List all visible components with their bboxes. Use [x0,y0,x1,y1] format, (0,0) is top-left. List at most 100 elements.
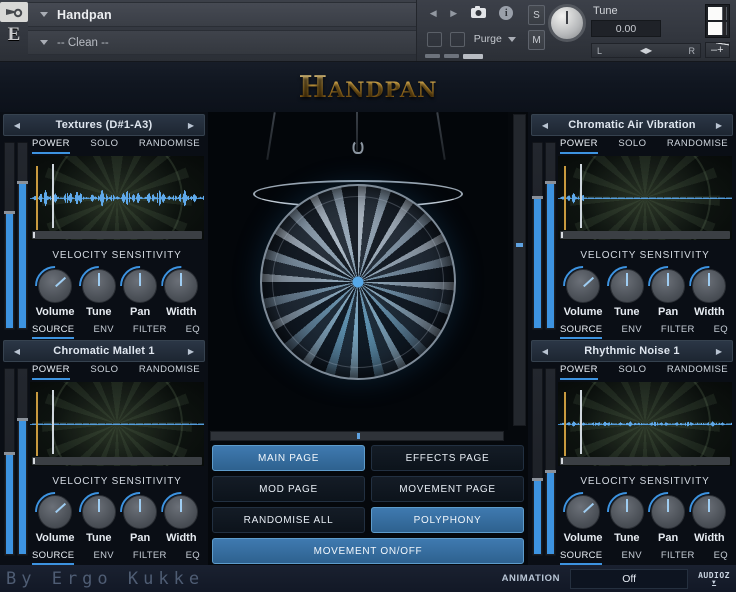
waveform-display[interactable] [558,382,732,466]
tab-env[interactable]: ENV [621,324,641,339]
prev-preset-button[interactable]: ◀ [430,8,437,19]
button-movement-on-off[interactable]: MOVEMENT ON/OFF [212,538,524,564]
playhead-marker[interactable] [580,164,582,228]
tab-randomise[interactable]: RANDOMISE [667,138,728,154]
chevron-down-icon[interactable] [507,36,516,42]
waveform-display[interactable] [30,382,204,466]
knob-volume[interactable] [566,495,601,529]
knob-width[interactable] [692,495,727,529]
tab-source[interactable]: SOURCE [32,550,75,565]
button-effects-page[interactable]: EFFECTS PAGE [371,445,524,471]
next-module-button[interactable]: ▶ [708,341,730,361]
knob-pan[interactable] [123,495,158,529]
waveform-display[interactable] [30,156,204,240]
waveform-display[interactable] [558,156,732,240]
fader-a[interactable] [4,368,15,556]
fader-b[interactable] [17,368,28,556]
fader-b[interactable] [545,142,556,330]
fader-b[interactable] [545,368,556,556]
tab-filter[interactable]: FILTER [661,550,695,565]
tab-power[interactable]: POWER [32,364,70,380]
knob-tune[interactable] [81,495,116,529]
tab-source[interactable]: SOURCE [560,324,603,339]
tab-env[interactable]: ENV [93,550,113,565]
prev-module-button[interactable]: ◀ [534,115,556,135]
prev-module-button[interactable]: ◀ [6,115,28,135]
knob-tune[interactable] [609,495,644,529]
mute-button[interactable]: M [528,30,545,50]
fader-b[interactable] [17,142,28,330]
chevron-down-icon[interactable] [40,12,48,17]
delete-icon[interactable] [450,31,466,47]
knob-tune[interactable] [609,269,644,303]
tab-source[interactable]: SOURCE [32,324,75,339]
tab-source[interactable]: SOURCE [560,550,603,565]
tab-env[interactable]: ENV [93,324,113,339]
tab-filter[interactable]: FILTER [661,324,695,339]
save-icon[interactable] [427,31,443,47]
next-preset-button[interactable]: ▶ [450,8,457,19]
tab-power[interactable]: POWER [560,138,598,154]
sample-start-marker[interactable] [564,166,566,230]
waveform-scrollbar[interactable] [560,457,730,465]
tab-power[interactable]: POWER [32,138,70,154]
knob-volume[interactable] [566,269,601,303]
knob-tune[interactable] [81,269,116,303]
tab-randomise[interactable]: RANDOMISE [139,138,200,154]
tab-randomise[interactable]: RANDOMISE [139,364,200,380]
vertical-scrollbar[interactable] [513,114,526,426]
tab-eq[interactable]: EQ [714,324,728,339]
tab-eq[interactable]: EQ [186,324,200,339]
knob-volume[interactable] [38,495,73,529]
purge-menu[interactable]: Purge [474,33,516,45]
tab-solo[interactable]: SOLO [90,364,118,380]
tab-solo[interactable]: SOLO [90,138,118,154]
waveform-scrollbar[interactable] [560,231,730,239]
tab-filter[interactable]: FILTER [133,550,167,565]
snapshot-camera-icon[interactable] [470,5,486,21]
playhead-marker[interactable] [580,390,582,454]
button-movement-page[interactable]: MOVEMENT PAGE [371,476,524,502]
horizontal-scrollbar[interactable] [210,431,504,441]
playhead-marker[interactable] [52,164,54,228]
knob-width[interactable] [164,495,199,529]
solo-button[interactable]: S [528,5,545,25]
sample-start-marker[interactable] [36,392,38,456]
tab-power[interactable]: POWER [560,364,598,380]
next-module-button[interactable]: ▶ [180,115,202,135]
preset-row[interactable]: -- Clean -- [28,30,416,55]
sample-start-marker[interactable] [564,392,566,456]
info-icon[interactable]: i [499,6,514,21]
tab-filter[interactable]: FILTER [133,324,167,339]
animation-value-dropdown[interactable]: Off [570,568,689,589]
tune-knob[interactable] [548,4,586,42]
tab-solo[interactable]: SOLO [618,138,646,154]
prev-module-button[interactable]: ◀ [534,341,556,361]
knob-pan[interactable] [123,269,158,303]
pan-center-handle[interactable]: ◀▶ [640,46,652,55]
playhead-marker[interactable] [52,390,54,454]
chevron-down-icon[interactable] [40,40,48,45]
knob-pan[interactable] [651,269,686,303]
fader-a[interactable] [532,368,543,556]
instrument-row[interactable]: Handpan [28,2,416,27]
knob-pan[interactable] [651,495,686,529]
button-polyphony[interactable]: POLYPHONY [371,507,524,533]
tab-eq[interactable]: EQ [186,550,200,565]
waveform-scrollbar[interactable] [32,457,202,465]
waveform-scrollbar[interactable] [32,231,202,239]
wrench-icon[interactable] [0,2,28,22]
knob-width[interactable] [692,269,727,303]
button-main-page[interactable]: MAIN PAGE [212,445,365,471]
tab-solo[interactable]: SOLO [618,364,646,380]
tab-randomise[interactable]: RANDOMISE [667,364,728,380]
next-module-button[interactable]: ▶ [708,115,730,135]
knob-width[interactable] [164,269,199,303]
fader-a[interactable] [532,142,543,330]
tune-value[interactable]: 0.00 [591,20,661,37]
button-randomise-all[interactable]: RANDOMISE ALL [212,507,365,533]
tab-env[interactable]: ENV [621,550,641,565]
tab-eq[interactable]: EQ [714,550,728,565]
sample-start-marker[interactable] [36,166,38,230]
pan-slider[interactable]: L ◀▶ R [591,43,701,58]
